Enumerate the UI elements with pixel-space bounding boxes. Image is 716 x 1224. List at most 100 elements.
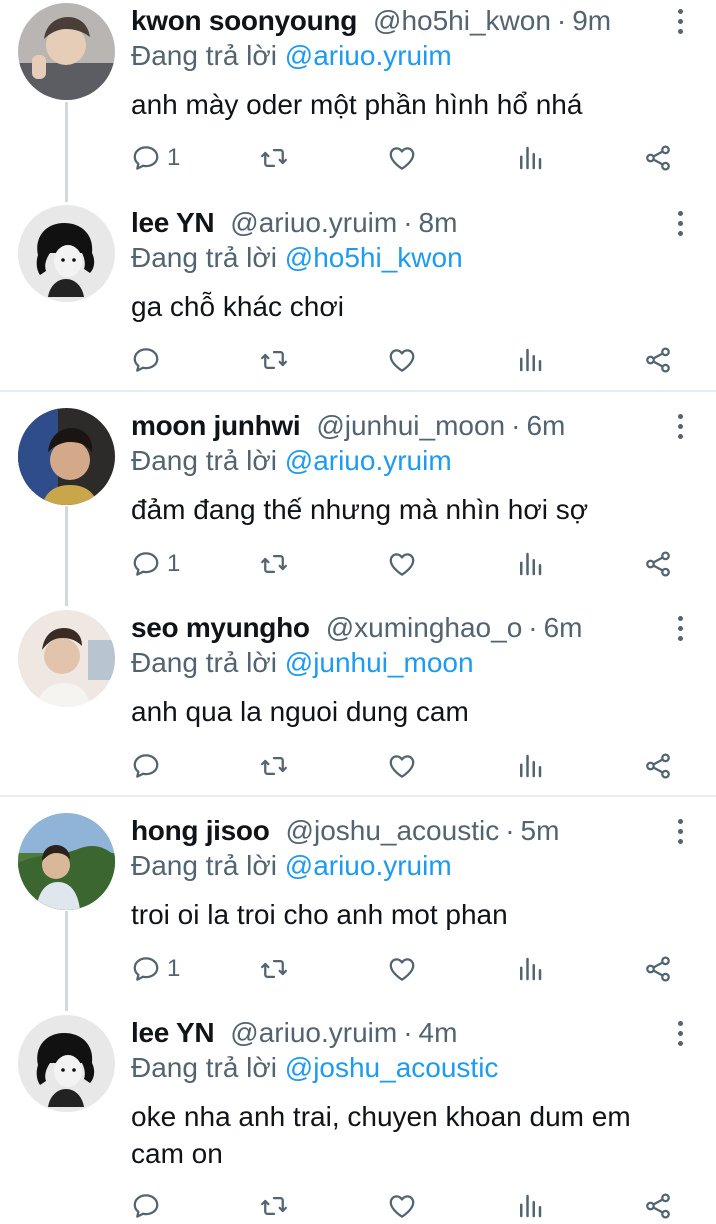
heart-icon: [387, 345, 417, 375]
tweet-text: troi oi la troi cho anh mot phan: [131, 899, 508, 930]
replying-to-label: Đang trả lời: [131, 1052, 277, 1083]
retweet-icon: [259, 1191, 289, 1221]
timestamp[interactable]: 4m: [419, 1017, 458, 1049]
user-handle[interactable]: @junhui_moon: [316, 410, 505, 442]
share-icon: [643, 345, 673, 375]
timestamp[interactable]: 6m: [544, 612, 583, 644]
replying-to: Đang trả lời @ho5hi_kwon: [131, 242, 463, 276]
separator-dot: ·: [505, 815, 515, 846]
separator-dot: ·: [556, 5, 567, 36]
tweet-header: lee YN @ariuo.yruim · 8m: [131, 206, 457, 240]
reply-button[interactable]: 1: [131, 949, 180, 989]
avatar[interactable]: [18, 3, 115, 100]
tweet-actions: 1: [131, 949, 691, 989]
avatar[interactable]: [18, 813, 115, 910]
views-button[interactable]: [515, 746, 545, 786]
tweet-actions: [131, 746, 691, 786]
retweet-button[interactable]: [259, 544, 289, 584]
retweet-button[interactable]: [259, 1186, 289, 1224]
timestamp[interactable]: 6m: [526, 410, 565, 442]
reply-button[interactable]: 1: [131, 544, 180, 584]
more-options-icon[interactable]: [670, 611, 690, 645]
analytics-icon: [515, 549, 545, 579]
retweet-button[interactable]: [259, 746, 289, 786]
share-button[interactable]: [643, 544, 673, 584]
user-handle[interactable]: @ariuo.yruim: [230, 207, 397, 239]
reply-button[interactable]: [131, 746, 167, 786]
timestamp[interactable]: 8m: [419, 207, 458, 239]
share-button[interactable]: [643, 746, 673, 786]
user-handle[interactable]: @xuminghao_o: [326, 612, 523, 644]
views-button[interactable]: [515, 949, 545, 989]
reply-count: 1: [167, 144, 181, 171]
comment-icon: [131, 1191, 161, 1221]
timestamp[interactable]: 5m: [521, 815, 560, 847]
user-handle[interactable]: @ho5hi_kwon: [373, 5, 551, 37]
views-button[interactable]: [515, 544, 545, 584]
avatar[interactable]: [18, 408, 115, 505]
user-handle[interactable]: @joshu_acoustic: [286, 815, 500, 847]
like-button[interactable]: [387, 746, 417, 786]
replying-to-label: Đang trả lời: [131, 850, 277, 881]
reply-button[interactable]: [131, 1186, 167, 1224]
display-name[interactable]: hong jisoo: [131, 815, 270, 847]
share-icon: [643, 143, 673, 173]
reply-mention-link[interactable]: @joshu_acoustic: [285, 1052, 499, 1083]
separator-dot: ·: [528, 612, 538, 643]
tweet-text: anh mày oder một phần hình hổ nhá: [131, 89, 583, 120]
like-button[interactable]: [387, 138, 417, 178]
replying-to: Đang trả lời @ariuo.yruim: [131, 40, 452, 74]
reply-button[interactable]: [131, 340, 167, 380]
tweet-text: ga chỗ khác chơi: [131, 291, 344, 322]
tweet-text: anh qua la nguoi dung cam: [131, 696, 469, 727]
like-button[interactable]: [387, 340, 417, 380]
like-button[interactable]: [387, 1186, 417, 1224]
reply-mention-link[interactable]: @junhui_moon: [285, 647, 474, 678]
reply-mention-link[interactable]: @ho5hi_kwon: [285, 242, 463, 273]
display-name[interactable]: lee YN: [131, 1017, 215, 1049]
divider: [0, 795, 716, 797]
share-button[interactable]: [643, 1186, 673, 1224]
more-options-icon[interactable]: [670, 409, 690, 443]
separator-dot: ·: [403, 207, 413, 238]
retweet-icon: [259, 751, 289, 781]
analytics-icon: [515, 143, 545, 173]
analytics-icon: [515, 1191, 545, 1221]
more-options-icon[interactable]: [670, 4, 690, 38]
reply-mention-link[interactable]: @ariuo.yruim: [285, 850, 452, 881]
display-name[interactable]: seo myungho: [131, 612, 310, 644]
like-button[interactable]: [387, 949, 417, 989]
user-handle[interactable]: @ariuo.yruim: [230, 1017, 397, 1049]
views-button[interactable]: [515, 1186, 545, 1224]
share-button[interactable]: [643, 138, 673, 178]
tweet-header: moon junhwi @junhui_moon · 6m: [131, 409, 565, 443]
thread-line: [65, 102, 68, 202]
share-button[interactable]: [643, 340, 673, 380]
views-button[interactable]: [515, 340, 545, 380]
reply-count: 1: [167, 550, 181, 577]
avatar[interactable]: [18, 1015, 115, 1112]
retweet-icon: [259, 954, 289, 984]
display-name[interactable]: kwon soonyoung: [131, 5, 357, 37]
like-button[interactable]: [387, 544, 417, 584]
avatar[interactable]: [18, 610, 115, 707]
replying-to: Đang trả lời @ariuo.yruim: [131, 850, 452, 884]
retweet-button[interactable]: [259, 340, 289, 380]
retweet-button[interactable]: [259, 138, 289, 178]
views-button[interactable]: [515, 138, 545, 178]
avatar[interactable]: [18, 205, 115, 302]
reply-mention-link[interactable]: @ariuo.yruim: [285, 40, 452, 71]
more-options-icon[interactable]: [670, 206, 690, 240]
reply-mention-link[interactable]: @ariuo.yruim: [285, 445, 452, 476]
more-options-icon[interactable]: [670, 814, 690, 848]
replying-to-label: Đang trả lời: [131, 445, 277, 476]
more-options-icon[interactable]: [670, 1016, 690, 1050]
share-button[interactable]: [643, 949, 673, 989]
retweet-button[interactable]: [259, 949, 289, 989]
replying-to: Đang trả lời @junhui_moon: [131, 647, 474, 681]
reply-button[interactable]: 1: [131, 138, 180, 178]
display-name[interactable]: lee YN: [131, 207, 215, 239]
timestamp[interactable]: 9m: [572, 5, 611, 37]
share-icon: [643, 1191, 673, 1221]
display-name[interactable]: moon junhwi: [131, 410, 301, 442]
